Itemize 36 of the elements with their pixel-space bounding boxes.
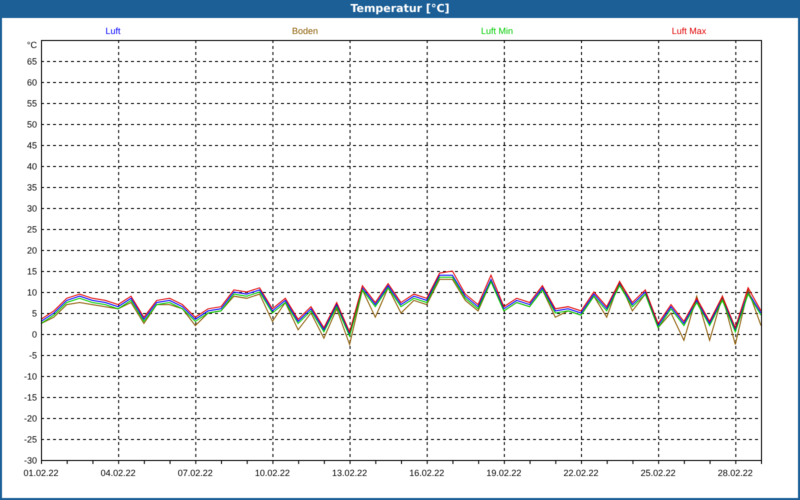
x-tick-label: 04.02.22	[100, 468, 136, 478]
y-tick-label: -15	[24, 392, 37, 402]
y-tick-label: -5	[28, 350, 37, 360]
y-tick-label: -10	[24, 372, 37, 382]
y-tick-label: -20	[24, 414, 37, 424]
legend-label: Luft Max	[672, 26, 706, 36]
y-tick-label: 25	[26, 224, 37, 234]
x-tick-label: 13.02.22	[332, 468, 368, 478]
y-tick-label: 55	[26, 98, 37, 108]
x-tick-label: 22.02.22	[563, 468, 599, 478]
y-tick-label: 50	[26, 120, 37, 130]
x-tick-label: 25.02.22	[640, 468, 676, 478]
y-tick-label: 5	[32, 308, 37, 318]
legend-label: Boden	[292, 26, 318, 36]
y-tick-label: 45	[26, 140, 37, 150]
y-tick-label: 30	[26, 204, 37, 214]
window-title: Temperatur [°C]	[350, 1, 450, 17]
x-tick-label: 16.02.22	[409, 468, 444, 478]
y-axis-unit: °C	[26, 40, 37, 50]
legend-label: Luft Min	[481, 26, 513, 36]
y-tick-label: 20	[26, 246, 37, 256]
y-tick-label: 35	[26, 182, 37, 192]
x-tick-label: 19.02.22	[486, 468, 522, 478]
y-tick-label: 60	[26, 78, 37, 88]
x-tick-label: 01.02.22	[23, 468, 59, 478]
x-tick-label: 28.02.22	[718, 468, 753, 478]
legend-label: Luft	[106, 26, 120, 36]
y-tick-label: -25	[24, 434, 37, 444]
y-tick-label: 10	[26, 288, 37, 298]
y-tick-label: 40	[26, 162, 37, 172]
y-tick-label: 15	[26, 266, 37, 276]
y-tick-label: 0	[32, 330, 37, 340]
y-tick-label: -30	[24, 456, 37, 466]
x-tick-label: 10.02.22	[254, 468, 290, 478]
y-tick-label: 65	[26, 56, 37, 66]
x-tick-label: 07.02.22	[178, 468, 213, 478]
